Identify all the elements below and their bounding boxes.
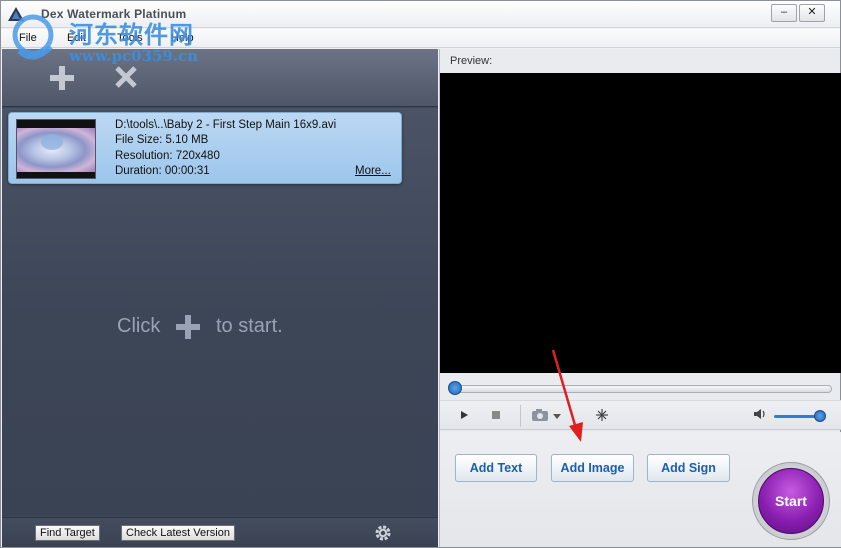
file-list-item[interactable]: D:\tools\..\Baby 2 - First Step Main 16x… [8, 112, 402, 184]
watermark-url: www.pc0359.cn [69, 47, 199, 65]
action-area: Add Text Add Image Add Sign Start [440, 432, 841, 547]
add-image-button[interactable]: Add Image [551, 454, 634, 482]
volume-handle[interactable] [813, 410, 826, 422]
file-toolbar [2, 49, 438, 107]
remove-file-button[interactable] [112, 65, 140, 93]
more-link[interactable]: More... [355, 165, 391, 177]
control-separator [520, 405, 521, 427]
file-list-panel: D:\tools\..\Baby 2 - First Step Main 16x… [2, 49, 438, 547]
play-icon [461, 411, 468, 419]
annotation-arrow-icon [551, 349, 583, 442]
hint-text-before: Click [117, 315, 161, 337]
close-icon: ✕ [807, 6, 817, 18]
gear-icon [375, 525, 391, 541]
playback-controls [440, 400, 841, 430]
settings-button[interactable] [374, 524, 392, 542]
close-button[interactable]: ✕ [799, 4, 825, 22]
left-footer: Find Target Check Latest Version [2, 517, 438, 547]
minimize-icon: – [780, 6, 788, 18]
preview-screen [440, 73, 841, 373]
x-icon [115, 66, 137, 88]
video-thumbnail [16, 119, 96, 179]
file-path: D:\tools\..\Baby 2 - First Step Main 16x… [115, 119, 337, 131]
volume-button[interactable] [752, 408, 768, 424]
hint-text-after: to start. [216, 315, 283, 337]
file-duration: Duration: 00:00:31 [115, 165, 210, 177]
timeline-slider[interactable] [450, 385, 832, 393]
preview-label: Preview: [450, 55, 493, 67]
add-sign-button[interactable]: Add Sign [647, 454, 730, 482]
hint-plus-icon[interactable] [174, 313, 202, 341]
stop-icon [492, 411, 500, 419]
stop-button[interactable] [488, 408, 504, 424]
magic-wand-icon [596, 409, 608, 421]
check-version-button[interactable]: Check Latest Version [121, 525, 235, 541]
find-target-button[interactable]: Find Target [35, 525, 100, 541]
watermark-text: 河东软件网 [69, 21, 194, 49]
file-resolution: Resolution: 720x480 [115, 150, 220, 162]
app-window: Dex Watermark Platinum – ✕ File Edit Too… [0, 0, 841, 548]
add-text-button[interactable]: Add Text [455, 454, 537, 482]
minimize-button[interactable]: – [771, 4, 797, 22]
timeline-handle[interactable] [448, 381, 462, 395]
watermark-logo-icon [12, 14, 54, 60]
start-button[interactable]: Start [758, 468, 824, 534]
speaker-icon [754, 409, 765, 419]
play-button[interactable] [456, 408, 472, 424]
effects-button[interactable] [594, 408, 610, 424]
file-size: File Size: 5.10 MB [115, 134, 209, 146]
preview-panel: Preview: Add Text Add Image Add Sign Sta… [439, 49, 841, 547]
